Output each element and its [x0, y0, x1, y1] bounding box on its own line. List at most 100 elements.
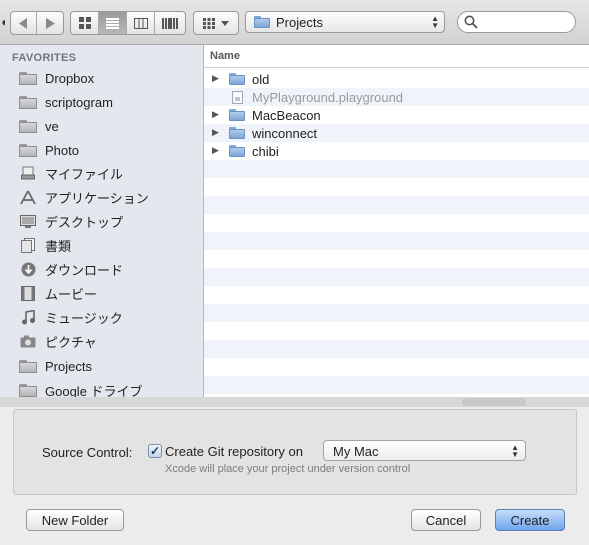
disclosure-triangle-icon[interactable]: ▶	[212, 145, 219, 156]
back-arrow-icon	[19, 17, 27, 29]
folder-icon	[229, 145, 245, 157]
icon-view-button[interactable]	[71, 12, 99, 34]
folder-icon	[229, 73, 245, 85]
playground-file-icon	[232, 91, 243, 104]
file-row-winconnect[interactable]: ▶ winconnect	[204, 124, 589, 142]
search-icon	[464, 15, 478, 29]
source-control-label: Source Control:	[42, 445, 133, 460]
folder-icon	[19, 143, 37, 157]
column-view-icon	[133, 17, 148, 29]
sidebar-item-label: デスクトップ	[45, 214, 124, 230]
arrange-control	[193, 11, 239, 35]
sidebar-item-documents[interactable]: 書類	[18, 235, 71, 255]
view-mode-control	[70, 11, 186, 35]
folder-icon	[254, 16, 270, 28]
location-label: Projects	[276, 14, 323, 30]
sidebar-item-label: scriptogram	[45, 94, 113, 110]
sidebar-item-downloads[interactable]: ダウンロード	[18, 259, 123, 279]
coverflow-view-icon	[162, 17, 178, 29]
arrange-button[interactable]	[194, 12, 238, 34]
sidebar-item-scriptogram[interactable]: scriptogram	[18, 92, 113, 112]
sidebar-item-pictures[interactable]: ピクチャ	[18, 331, 97, 351]
repository-location-popup[interactable]: My Mac ▲ ▼	[323, 440, 526, 461]
sidebar-item-label: 書類	[45, 238, 72, 254]
toolbar: ◖ Projects ▲ ▼	[0, 0, 589, 45]
folder-icon	[19, 95, 37, 109]
search-field[interactable]	[457, 11, 576, 33]
sidebar-item-google-drive[interactable]: Google ドライブ	[18, 380, 143, 397]
updown-arrows-icon: ▲ ▼	[431, 14, 439, 30]
sidebar-item-all-my-files[interactable]: マイファイル	[18, 163, 123, 183]
folder-icon	[229, 109, 245, 121]
documents-icon	[18, 237, 38, 253]
sidebar-item-dropbox[interactable]: Dropbox	[18, 68, 94, 88]
file-name: chibi	[252, 144, 279, 159]
empty-row	[204, 340, 589, 358]
sidebar-item-label: ムービー	[45, 286, 98, 302]
file-row-macbeacon[interactable]: ▶ MacBeacon	[204, 106, 589, 124]
sidebar-item-applications[interactable]: アプリケーション	[18, 187, 149, 207]
applications-icon	[18, 190, 38, 205]
checkmark-icon: ✓	[149, 444, 161, 458]
empty-row	[204, 304, 589, 322]
empty-row	[204, 160, 589, 178]
sidebar-item-label: ダウンロード	[45, 262, 124, 278]
new-folder-label: New Folder	[41, 512, 109, 528]
create-button[interactable]: Create	[495, 509, 565, 531]
pictures-icon	[18, 335, 38, 348]
forward-button[interactable]	[37, 12, 63, 34]
file-name: old	[252, 72, 270, 87]
file-list: Name ▶ old MyPlayground.playground ▶ Mac…	[204, 45, 589, 397]
location-popup[interactable]: Projects ▲ ▼	[245, 11, 445, 33]
sidebar-item-label: Photo	[45, 142, 79, 158]
source-control-panel: Source Control: ✓ Create Git repository …	[13, 409, 577, 495]
sidebar-item-photo[interactable]: Photo	[18, 140, 79, 160]
file-row-myplayground[interactable]: MyPlayground.playground	[204, 88, 589, 106]
column-header-label: Name	[210, 50, 240, 62]
sidebar: FAVORITES Dropbox scriptogram ve Photo マ…	[0, 45, 204, 397]
empty-row	[204, 196, 589, 214]
back-button[interactable]	[11, 12, 37, 34]
disclosure-triangle-icon[interactable]: ▶	[212, 127, 219, 138]
downloads-icon	[18, 262, 38, 277]
sidebar-item-label: ve	[45, 118, 59, 134]
disclosure-triangle-icon[interactable]: ▶	[212, 109, 219, 120]
git-checkbox-label[interactable]: Create Git repository on	[165, 444, 303, 459]
sidebar-item-label: Projects	[45, 358, 92, 374]
disclosure-triangle-icon[interactable]: ▶	[212, 73, 219, 84]
sidebar-item-ve[interactable]: ve	[18, 116, 59, 136]
cancel-button[interactable]: Cancel	[411, 509, 481, 531]
cancel-label: Cancel	[425, 512, 467, 528]
column-view-button[interactable]	[127, 12, 155, 34]
music-icon	[18, 309, 38, 325]
sidebar-item-desktop[interactable]: デスクトップ	[18, 211, 123, 231]
sidebar-item-movies[interactable]: ムービー	[18, 283, 97, 303]
repository-location-value: My Mac	[333, 444, 379, 459]
sidebar-item-projects[interactable]: Projects	[18, 356, 92, 376]
sidebar-item-label: Google ドライブ	[45, 383, 143, 398]
folder-icon	[19, 383, 37, 397]
sidebar-item-label: ミュージック	[45, 310, 123, 326]
folder-icon	[19, 119, 37, 133]
file-row-old[interactable]: ▶ old	[204, 70, 589, 88]
sidebar-item-music[interactable]: ミュージック	[18, 307, 123, 327]
coverflow-view-button[interactable]	[155, 12, 185, 34]
new-folder-button[interactable]: New Folder	[26, 509, 124, 531]
file-row-chibi[interactable]: ▶ chibi	[204, 142, 589, 160]
git-repository-checkbox[interactable]: ✓	[148, 444, 162, 458]
arrange-icon	[203, 17, 215, 29]
empty-row	[204, 376, 589, 394]
sidebar-item-label: Dropbox	[45, 70, 95, 86]
folder-icon	[229, 127, 245, 139]
file-name: MacBeacon	[252, 108, 321, 123]
folder-icon	[19, 71, 37, 85]
icon-view-icon	[78, 17, 91, 29]
sidebar-item-label: マイファイル	[45, 166, 124, 182]
list-view-icon	[106, 17, 119, 29]
list-view-button[interactable]	[99, 12, 127, 34]
all-my-files-icon	[18, 166, 38, 180]
obscured-button	[462, 398, 526, 406]
folder-icon	[19, 359, 37, 373]
sidebar-item-label: アプリケーション	[45, 190, 149, 206]
column-header-name[interactable]: Name	[204, 45, 589, 68]
